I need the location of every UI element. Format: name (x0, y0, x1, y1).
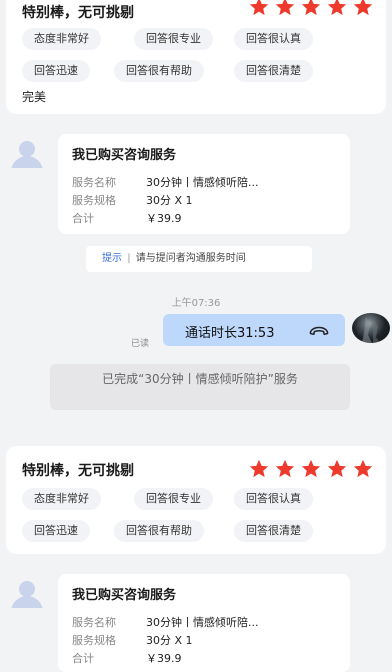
star-icon (275, 459, 295, 478)
order-row-label: 服务名称 (72, 176, 116, 189)
order-row-label: 服务规格 (72, 194, 116, 207)
review-remark: 完美 (22, 90, 47, 104)
review-tag: 态度非常好 (22, 488, 101, 510)
call-duration-text: 通话时长31:53 (185, 326, 275, 341)
star-icon (327, 0, 347, 16)
review-title: 特别棒，无可挑剔 (22, 5, 134, 21)
hint-bar: 提示 | 请与提问者沟通服务时间 (86, 246, 312, 272)
order-row: 服务规格 30分 X 1 (72, 632, 342, 648)
review-tag: 回答迅速 (22, 520, 90, 542)
order-row-label: 服务规格 (72, 634, 116, 647)
avatar[interactable] (8, 578, 46, 608)
order-row-label: 合计 (72, 212, 94, 225)
phone-hangup-icon (309, 326, 329, 336)
order-title: 我已购买咨询服务 (72, 588, 177, 603)
star-icon (301, 0, 321, 16)
review-tag: 回答很专业 (134, 28, 213, 50)
hint-label: 提示 (102, 253, 122, 264)
order-title: 我已购买咨询服务 (72, 148, 177, 163)
review-tag: 回答很认真 (234, 28, 313, 50)
order-row-value: ￥39.9 (146, 212, 182, 225)
star-icon (249, 459, 269, 478)
order-row-value: 30分钟丨情感倾听陪... (146, 176, 259, 189)
star-icon (353, 459, 373, 478)
order-row-value: ￥39.9 (146, 652, 182, 665)
hint-text: 请与提问者沟通服务时间 (135, 253, 246, 264)
avatar[interactable] (352, 313, 390, 343)
star-rating (248, 458, 374, 480)
star-icon (327, 459, 347, 478)
order-row: 服务名称 30分钟丨情感倾听陪... (72, 174, 342, 190)
order-row: 服务规格 30分 X 1 (72, 192, 342, 208)
order-row-value: 30分 X 1 (146, 194, 193, 207)
review-tag: 回答很清楚 (234, 60, 313, 82)
review-card: 特别棒，无可挑剔 态度非常好 回答很专业 回答很认真 回答迅速 回答很有帮助 回… (6, 0, 386, 114)
read-status: 已读 (131, 339, 150, 349)
order-row-value: 30分 X 1 (146, 634, 193, 647)
order-card[interactable]: 我已购买咨询服务 服务名称 30分钟丨情感倾听陪... 服务规格 30分 X 1… (58, 134, 350, 234)
review-tag: 回答迅速 (22, 60, 90, 82)
call-record-bubble[interactable]: 通话时长31:53 (163, 314, 345, 346)
order-row: 服务名称 30分钟丨情感倾听陪... (72, 614, 342, 630)
avatar[interactable] (8, 138, 46, 168)
order-row-label: 服务名称 (72, 616, 116, 629)
star-icon (301, 459, 321, 478)
review-tag: 态度非常好 (22, 28, 101, 50)
order-row: 合计 ￥39.9 (72, 210, 342, 226)
order-row: 合计 ￥39.9 (72, 650, 342, 666)
star-icon (353, 0, 373, 16)
review-tag: 回答很有帮助 (114, 60, 204, 82)
review-tag: 回答很认真 (234, 488, 313, 510)
star-icon (275, 0, 295, 16)
review-title: 特别棒，无可挑剔 (22, 463, 134, 479)
star-icon (249, 0, 269, 16)
completion-notice: 已完成“30分钟丨情感倾听陪护”服务 (50, 364, 350, 410)
order-row-label: 合计 (72, 652, 94, 665)
star-rating (248, 0, 374, 18)
order-card[interactable]: 我已购买咨询服务 服务名称 30分钟丨情感倾听陪... 服务规格 30分 X 1… (58, 574, 350, 672)
review-tag: 回答很专业 (134, 488, 213, 510)
message-timestamp: 上午07:36 (171, 298, 221, 309)
review-card: 特别棒，无可挑剔 态度非常好 回答很专业 回答很认真 回答迅速 回答很有帮助 回… (6, 446, 386, 554)
hint-separator: | (127, 253, 131, 264)
order-row-value: 30分钟丨情感倾听陪... (146, 616, 259, 629)
avatar-photo (362, 317, 380, 343)
review-tag: 回答很有帮助 (114, 520, 204, 542)
review-tag: 回答很清楚 (234, 520, 313, 542)
